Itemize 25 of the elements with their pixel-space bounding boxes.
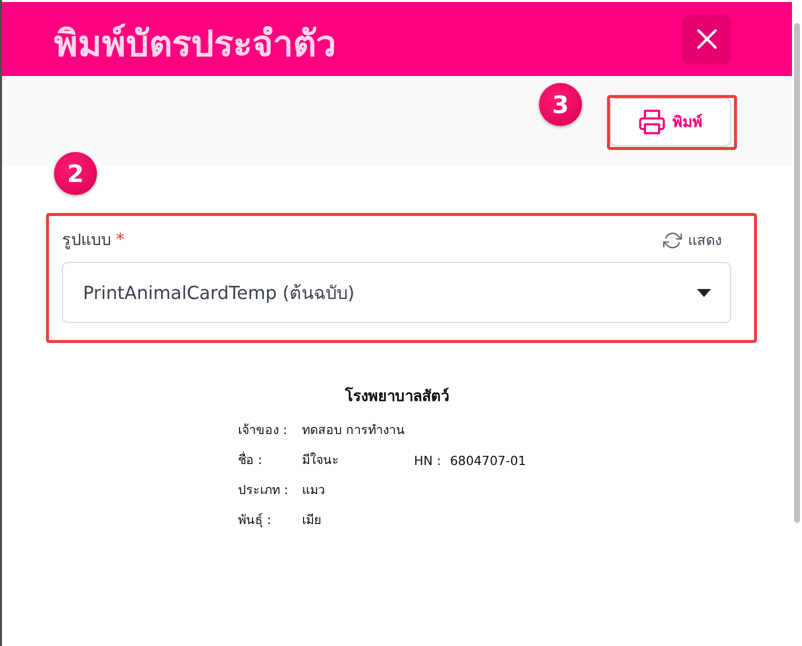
card-field-label: เจ้าของ : [238, 421, 288, 439]
close-icon [696, 29, 716, 49]
card-field-label: พันธุ์ : [238, 511, 272, 530]
callout-marker: 2 [54, 152, 97, 195]
template-select[interactable]: PrintAnimalCardTemp (ต้นฉบับ) [62, 262, 731, 323]
card-field-label: HN : [414, 452, 441, 468]
callout-marker: 3 [539, 83, 582, 126]
field-label: รูปแบบ [62, 229, 111, 251]
dialog-title: พิมพ์บัตรประจำตัว [54, 23, 336, 67]
scrollbar-thumb[interactable] [794, 23, 800, 523]
card-field-value: 6804707-01 [450, 452, 526, 468]
printer-icon [638, 109, 664, 135]
caret-icon [697, 288, 711, 296]
close-button[interactable] [682, 14, 731, 64]
print-button[interactable]: พิมพ์ [610, 98, 731, 146]
card-field-label: ประเภท : [238, 481, 290, 499]
card-field-value: แมว [302, 481, 325, 499]
required-asterisk: * [116, 229, 124, 251]
card-field-value: ทดสอบ การทำงาน [302, 421, 405, 439]
card-field-value: เมีย [302, 511, 321, 529]
card-field-label: ชื่อ : [238, 450, 264, 469]
card-title: โรงพยาบาลสัตว์ [344, 386, 450, 406]
refresh-button[interactable]: แสดง [663, 229, 722, 251]
card-field-value: มีใจนะ [302, 451, 339, 469]
refresh-icon [663, 230, 682, 250]
